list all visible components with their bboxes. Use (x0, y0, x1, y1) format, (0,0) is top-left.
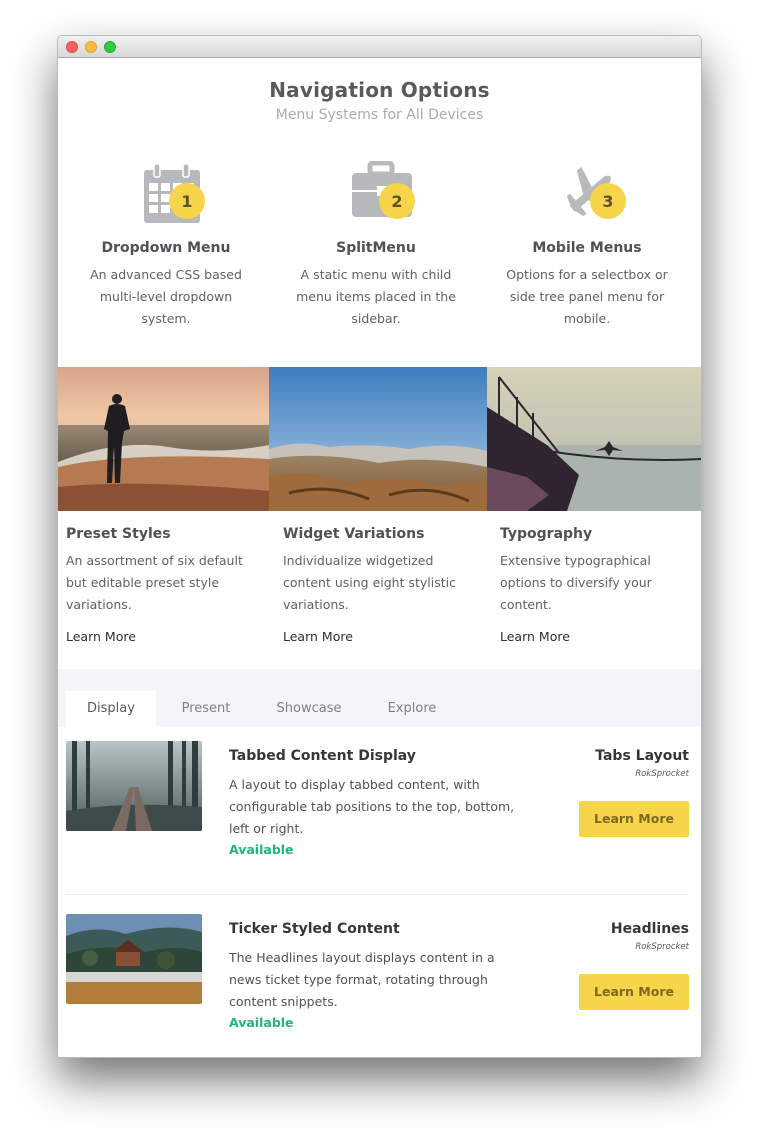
feature-description: Options for a selectbox or side tree pan… (506, 267, 668, 326)
feature-mobile-menus: 3 Mobile Menus Options for a selectbox o… (487, 161, 687, 330)
list-item-tabbed-content: Tabbed Content Display A layout to displ… (58, 736, 701, 896)
item-divider (66, 894, 689, 895)
status-badge: Available (229, 842, 294, 857)
feature-splitmenu: 2 SplitMenu A static menu with child men… (276, 161, 476, 330)
learn-more-button[interactable]: Learn More (579, 801, 689, 837)
page-title: Navigation Options (269, 78, 490, 102)
column-description: Extensive typographical options to diver… (500, 553, 652, 612)
learn-more-link[interactable]: Learn More (66, 629, 136, 644)
feature-dropdown-menu: 1 Dropdown Menu An advanced CSS based mu… (66, 161, 266, 330)
window-titlebar (58, 36, 701, 58)
photo-boat-deck (487, 367, 701, 511)
tab-bar: Display Present Showcase Explore (58, 669, 701, 727)
photo-strip (58, 367, 701, 511)
column-preset-styles: Preset Styles An assortment of six defau… (66, 526, 266, 645)
status-badge: Available (229, 1015, 294, 1030)
learn-more-link[interactable]: Learn More (283, 629, 353, 644)
thumbnail-mountain-cabin (66, 914, 202, 1004)
feature-badge: 3 (590, 183, 626, 219)
item-layout-label: Headlines (610, 921, 689, 937)
list-item-ticker-content: Ticker Styled Content The Headlines layo… (58, 909, 701, 1057)
item-description: The Headlines layout displays content in… (229, 950, 495, 1009)
feature-badge: 2 (379, 183, 415, 219)
learn-more-button[interactable]: Learn More (579, 974, 689, 1010)
column-title: Typography (500, 526, 593, 542)
page-subtitle: Menu Systems for All Devices (275, 107, 484, 123)
tab-showcase[interactable]: Showcase (264, 691, 354, 727)
column-title: Widget Variations (283, 526, 425, 542)
column-typography: Typography Extensive typographical optio… (500, 526, 700, 645)
close-window-button[interactable] (66, 41, 78, 53)
tab-explore[interactable]: Explore (368, 691, 456, 727)
feature-description: An advanced CSS based multi-level dropdo… (90, 267, 242, 326)
item-description: A layout to display tabbed content, with… (229, 777, 515, 836)
minimize-window-button[interactable] (85, 41, 97, 53)
zoom-window-button[interactable] (104, 41, 116, 53)
item-layout-label: Tabs Layout (595, 748, 689, 764)
feature-description: A static menu with child menu items plac… (296, 267, 456, 326)
column-description: Individualize widgetized content using e… (283, 553, 456, 612)
photo-seaside-man (58, 367, 269, 511)
item-source-label: RokSprocket (635, 769, 689, 779)
browser-window: Navigation Options Menu Systems for All … (57, 35, 702, 1058)
feature-title: Mobile Menus (532, 240, 642, 256)
column-widget-variations: Widget Variations Individualize widgetiz… (283, 526, 483, 645)
photo-desert-hills (269, 367, 487, 511)
thumbnail-forest-railway (66, 741, 202, 831)
column-title: Preset Styles (66, 526, 171, 542)
item-title: Ticker Styled Content (229, 921, 400, 937)
learn-more-link[interactable]: Learn More (500, 629, 570, 644)
feature-title: SplitMenu (336, 240, 416, 256)
item-source-label: RokSprocket (635, 942, 689, 952)
item-title: Tabbed Content Display (229, 748, 416, 764)
section-header: Navigation Options Menu Systems for All … (58, 58, 701, 123)
column-description: An assortment of six default but editabl… (66, 553, 243, 612)
tab-present[interactable]: Present (162, 691, 250, 727)
feature-row: 1 Dropdown Menu An advanced CSS based mu… (58, 161, 701, 341)
feature-title: Dropdown Menu (101, 240, 231, 256)
feature-badge: 1 (169, 183, 205, 219)
tab-display[interactable]: Display (66, 691, 156, 727)
